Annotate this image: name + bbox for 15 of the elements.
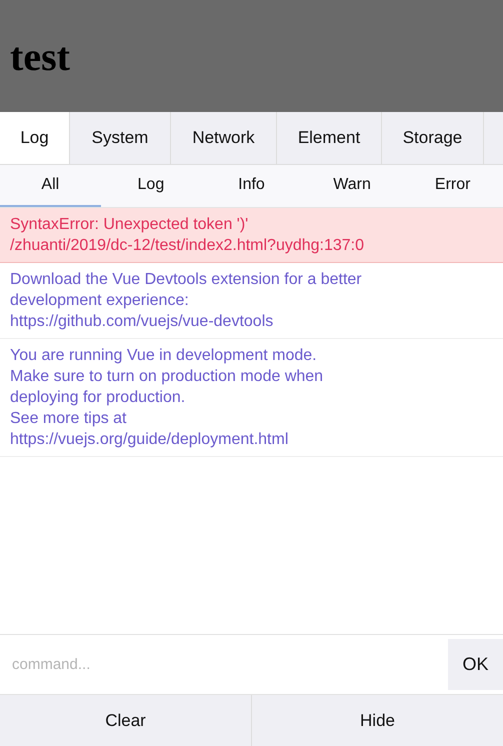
filter-tab[interactable]: Log bbox=[100, 165, 202, 207]
error-log-entry: SyntaxError: Unexpected token ')' /zhuanti/2019/dc-12/test/index2.html?uydhg:137:0 bbox=[0, 208, 503, 263]
toolbar-button[interactable]: Hide bbox=[251, 695, 503, 746]
toolbar-button[interactable]: Clear bbox=[0, 695, 251, 746]
tab[interactable]: Storage bbox=[382, 112, 484, 164]
ok-button[interactable]: OK bbox=[448, 639, 503, 690]
tab[interactable]: Element bbox=[277, 112, 382, 164]
filter-tab[interactable]: Info bbox=[201, 165, 302, 207]
filter-tab[interactable]: Warn bbox=[302, 165, 402, 207]
filter-tab[interactable]: Error bbox=[402, 165, 503, 207]
page-title: test bbox=[10, 32, 70, 80]
tab[interactable]: System bbox=[70, 112, 171, 164]
log-entry: Download the Vue Devtools extension for a better development experience: https://github.com/vuejs/vue-devtools bbox=[0, 263, 503, 339]
tab[interactable]: Network bbox=[171, 112, 277, 164]
log-entry: You are running Vue in development mode. Make sure to turn on production mode when deploying for production. See more tips at https://vuejs.org/guide/deployment.html bbox=[0, 339, 503, 457]
